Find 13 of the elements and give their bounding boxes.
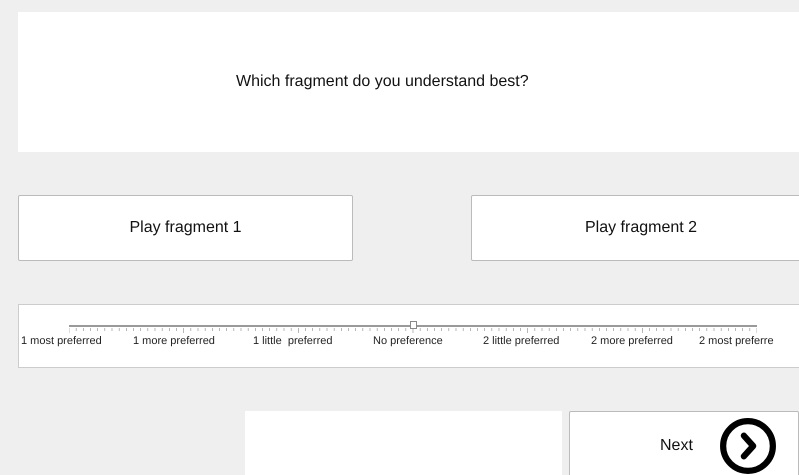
- play-button[interactable]: Play fragment 2: [471, 195, 799, 261]
- question-text: Which fragment do you understand best?: [236, 73, 529, 91]
- next-button[interactable]: Next: [569, 411, 799, 475]
- chevron-circle-icon: [718, 417, 777, 475]
- scale-label: 1 little preferred: [253, 335, 334, 347]
- scale-label: 2 little preferred: [483, 335, 560, 347]
- scale-label: 2 more preferred: [591, 335, 674, 347]
- scale-label: 1 more preferred: [133, 335, 216, 347]
- slider-thumb[interactable]: [410, 321, 417, 329]
- scale-label: 2 most preferre: [699, 335, 774, 347]
- play-button[interactable]: Play fragment 1: [18, 195, 353, 261]
- scale-label: 1 most preferred: [20, 335, 103, 347]
- scale-label: No preference: [373, 335, 444, 347]
